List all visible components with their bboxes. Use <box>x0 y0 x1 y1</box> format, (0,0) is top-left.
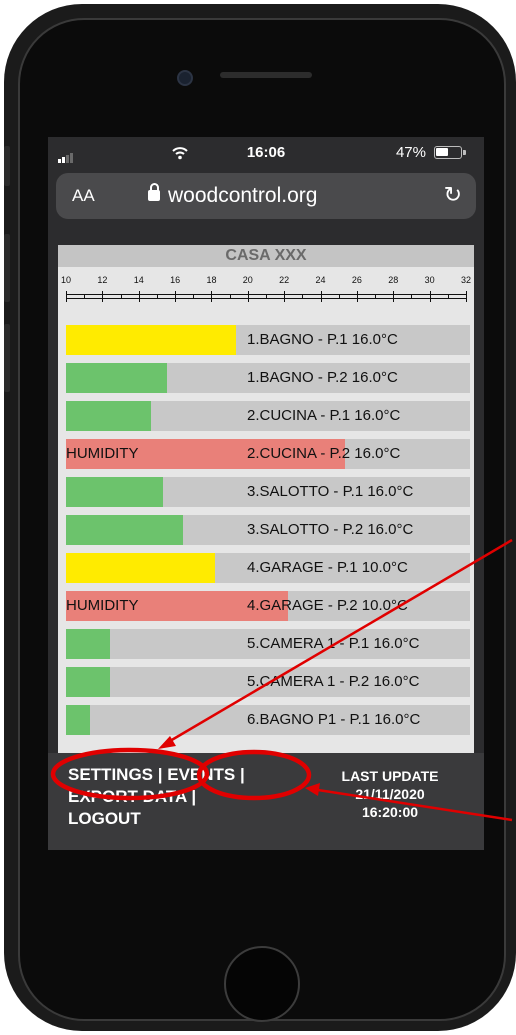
sensor-row[interactable]: 5.CAMERA 1 - P.1 16.0°C <box>66 629 470 659</box>
sensor-row[interactable]: 6.BAGNO P1 - P.1 16.0°C <box>66 705 470 735</box>
scale-minor-tick <box>229 294 231 299</box>
scale-tick-label: 16 <box>170 275 181 285</box>
humidity-warning: HUMIDITY <box>66 597 139 614</box>
site-title: CASA XXX <box>58 245 474 267</box>
scale-minor-tick <box>375 294 377 299</box>
url-display[interactable]: woodcontrol.org <box>148 183 318 208</box>
scale-tick-label: 32 <box>460 275 472 285</box>
sensor-label: 2.CUCINA - P.2 16.0°C <box>247 445 401 462</box>
footer-links: SETTINGS | EVENTS | EXPORT DATA | LOGOUT <box>68 764 245 830</box>
sensor-row[interactable]: 1.BAGNO - P.2 16.0°C <box>66 363 470 393</box>
export-data-link[interactable]: EXPORT DATA | <box>68 787 196 806</box>
scale-minor-tick <box>266 294 267 299</box>
address-bar[interactable]: AA woodcontrol.org ↻ <box>56 173 476 219</box>
scale-minor-tick <box>338 294 340 299</box>
logout-link[interactable]: LOGOUT <box>68 809 141 828</box>
sensor-level-bar <box>66 705 91 735</box>
sensor-row[interactable]: 4.GARAGE - P.1 10.0°C <box>66 553 470 583</box>
reload-icon[interactable]: ↻ <box>444 182 462 208</box>
sensor-row[interactable]: 3.SALOTTO - P.1 16.0°C <box>66 477 470 507</box>
scale-tick <box>102 291 104 302</box>
scale-tick <box>393 291 395 302</box>
sensor-row[interactable]: HUMIDITY 2.CUCINA - P.2 16.0°C <box>66 439 470 469</box>
scale-tick <box>429 291 431 302</box>
front-camera <box>177 70 193 86</box>
phone-screen: 16:06 47% AA woodcontrol.org ↻ CASA XXX … <box>48 137 484 850</box>
status-bar: 16:06 47% <box>48 137 484 167</box>
sensor-label: 6.BAGNO P1 - P.1 16.0°C <box>247 711 421 728</box>
scale-minor-tick <box>120 294 122 299</box>
battery-percent: 47% <box>395 144 426 161</box>
footer-menu: SETTINGS | EVENTS | EXPORT DATA | LOGOUT… <box>48 753 484 850</box>
sensor-label: 1.BAGNO - P.2 16.0°C <box>247 369 398 386</box>
scale-tick <box>356 291 358 302</box>
scale-tick-label: 30 <box>424 275 435 285</box>
scale-minor-tick <box>84 294 86 299</box>
sensor-level-bar <box>66 477 163 507</box>
scale-tick <box>138 291 140 302</box>
scale-tick-label: 18 <box>206 275 217 285</box>
battery-icon <box>434 146 466 159</box>
scale-tick <box>175 291 177 302</box>
sensor-label: 1.BAGNO - P.1 16.0°C <box>247 331 398 348</box>
sensor-row[interactable]: HUMIDITY 4.GARAGE - P.2 10.0°C <box>66 591 470 621</box>
scale-tick-label: 22 <box>279 275 290 285</box>
sensor-label: 4.GARAGE - P.1 10.0°C <box>247 559 408 576</box>
sensor-level-bar <box>66 401 151 431</box>
scale-tick <box>466 291 467 302</box>
scale-minor-tick <box>411 294 413 299</box>
scale-tick-label: 12 <box>97 275 108 285</box>
last-update-label: LAST UPDATE <box>341 768 439 784</box>
scale-minor-tick <box>447 294 449 299</box>
sensor-level-bar <box>66 363 167 393</box>
sensor-label: 5.CAMERA 1 - P.2 16.0°C <box>247 673 420 690</box>
home-button[interactable] <box>224 946 300 1022</box>
url-text: woodcontrol.org <box>168 184 318 207</box>
scale-tick-label: 24 <box>315 275 326 285</box>
scale-tick <box>320 291 322 302</box>
last-update: LAST UPDATE 21/11/2020 16:20:00 <box>320 767 460 821</box>
events-link[interactable]: EVENTS | <box>167 765 245 784</box>
sensor-level-bar <box>66 325 236 355</box>
sensor-row[interactable]: 1.BAGNO - P.1 16.0°C <box>66 325 470 355</box>
sensor-row[interactable]: 5.CAMERA 1 - P.2 16.0°C <box>66 667 470 697</box>
last-update-date: 21/11/2020 <box>355 786 425 802</box>
sensor-row[interactable]: 3.SALOTTO - P.2 16.0°C <box>66 515 470 545</box>
sensor-level-bar <box>66 553 216 583</box>
scale-tick-label: 20 <box>242 275 253 285</box>
scale-tick <box>284 291 286 302</box>
scale-minor-tick <box>156 294 158 299</box>
temperature-scale: 10 12 14 16 18 20 22 24 26 28 30 32 <box>61 275 471 305</box>
scale-minor-tick <box>302 294 304 299</box>
scale-minor-tick <box>193 294 195 299</box>
scale-tick <box>211 291 213 302</box>
scale-tick-label: 28 <box>388 275 399 285</box>
lock-icon <box>148 183 160 201</box>
sensor-label: 4.GARAGE - P.2 10.0°C <box>247 597 408 614</box>
settings-link[interactable]: SETTINGS | <box>68 765 163 784</box>
scale-tick <box>247 291 249 302</box>
scale-tick-label: 26 <box>351 275 362 285</box>
sensor-level-bar <box>66 515 184 545</box>
scale-tick-label: 14 <box>133 275 144 285</box>
sensor-label: 3.SALOTTO - P.1 16.0°C <box>247 483 414 500</box>
scale-tick-label: 10 <box>60 275 72 285</box>
reader-aa-button[interactable]: AA <box>72 186 95 206</box>
earpiece-speaker <box>220 72 312 78</box>
volume-down-button <box>4 324 10 392</box>
sensor-label: 5.CAMERA 1 - P.1 16.0°C <box>247 635 420 652</box>
mute-switch <box>4 146 10 186</box>
volume-up-button <box>4 234 10 302</box>
sensor-level-bar <box>66 629 111 659</box>
scale-tick <box>66 291 67 302</box>
sensor-label: 2.CUCINA - P.1 16.0°C <box>247 407 401 424</box>
sensor-row[interactable]: 2.CUCINA - P.1 16.0°C <box>66 401 470 431</box>
last-update-time: 16:20:00 <box>361 804 419 820</box>
humidity-warning: HUMIDITY <box>66 445 139 462</box>
sensor-level-bar <box>66 667 111 697</box>
web-content: CASA XXX 10 12 14 16 18 20 22 24 26 28 30 32 1.BAGN… <box>58 245 474 753</box>
sensor-label: 3.SALOTTO - P.2 16.0°C <box>247 521 414 538</box>
